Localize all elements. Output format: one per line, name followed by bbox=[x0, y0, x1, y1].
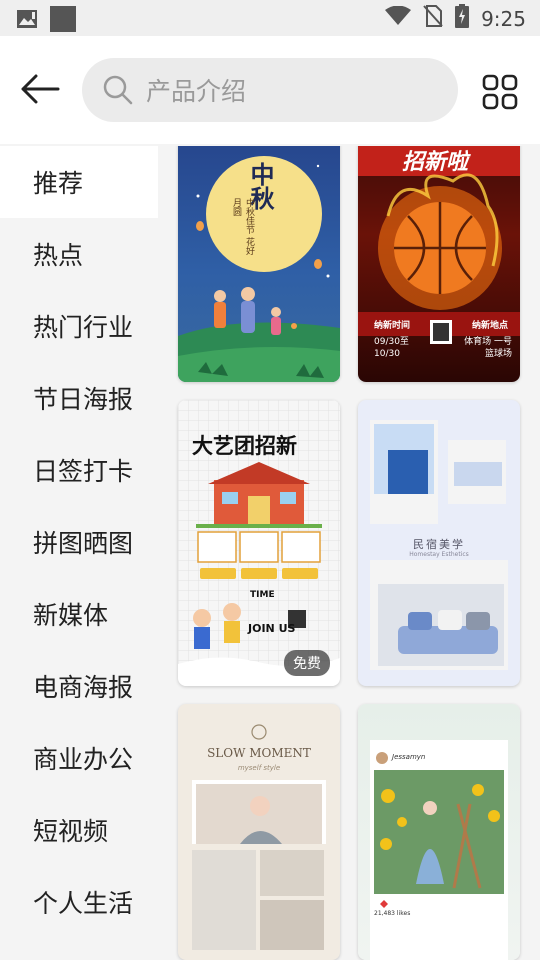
sunflower-likes: 21,483 likes bbox=[374, 910, 411, 917]
sunflower-username: Jessamyn bbox=[392, 753, 426, 761]
basketball-time-label: 纳新时间 bbox=[374, 321, 411, 331]
sidebar-item-label: 推荐 bbox=[33, 169, 84, 198]
mid-autumn-subtitle: 中秋佳节 花好月圆 bbox=[231, 198, 254, 255]
search-placeholder: 产品介绍 bbox=[146, 77, 247, 106]
sidebar-item-business-office[interactable]: 商业办公 bbox=[0, 722, 158, 794]
template-card-slow-moment[interactable]: SLOW MOMENT myself style bbox=[178, 704, 340, 960]
art-troupe-join: JOIN US bbox=[248, 622, 296, 635]
art-troupe-title: 大艺团招新 bbox=[192, 434, 297, 458]
sidebar-item-label: 个人生活 bbox=[33, 889, 134, 918]
sidebar-item-label: 日签打卡 bbox=[33, 457, 134, 486]
status-bar: 9:25 bbox=[0, 0, 540, 36]
sidebar-item-label: 短视频 bbox=[33, 817, 109, 846]
top-bar: 产品介绍 bbox=[0, 36, 540, 144]
art-troupe-time-label: TIME bbox=[250, 590, 275, 600]
basketball-date: 09/30至 10/30 bbox=[374, 337, 409, 359]
slow-moment-title: SLOW MOMENT bbox=[207, 746, 311, 760]
battery-icon bbox=[455, 4, 470, 33]
sidebar-item-hot[interactable]: 热点 bbox=[0, 218, 158, 290]
sunflower-illustration bbox=[370, 740, 508, 960]
template-card-basketball[interactable]: 招新啦 纳新时间 纳新地点 09/30至 10/30 体育场 一号篮球场 bbox=[358, 146, 520, 382]
search-icon bbox=[103, 75, 133, 105]
sidebar-item-label: 热点 bbox=[33, 241, 84, 270]
clock-time: 9:25 bbox=[481, 6, 526, 31]
template-card-art-troupe[interactable]: 大艺团招新 TIME JOIN US 免费 bbox=[178, 400, 340, 686]
back-arrow-icon bbox=[21, 74, 60, 104]
grid-icon bbox=[482, 74, 518, 110]
photo-notification-icon bbox=[16, 9, 38, 33]
sidebar-item-label: 拼图晒图 bbox=[33, 529, 134, 558]
no-sim-icon bbox=[423, 5, 443, 32]
title-char-1: 中 bbox=[246, 162, 275, 186]
basketball-title: 招新啦 bbox=[402, 150, 469, 175]
sidebar-item-recommended[interactable]: 推荐 bbox=[0, 146, 158, 218]
sidebar-item-collage[interactable]: 拼图晒图 bbox=[0, 506, 158, 578]
sidebar-item-label: 节日海报 bbox=[33, 385, 134, 414]
sidebar-item-new-media[interactable]: 新媒体 bbox=[0, 578, 158, 650]
sidebar-item-popular-industry[interactable]: 热门行业 bbox=[0, 290, 158, 362]
basketball-place: 体育场 一号篮球场 bbox=[464, 337, 512, 359]
sidebar-item-ecommerce-poster[interactable]: 电商海报 bbox=[0, 650, 158, 722]
sidebar-item-short-video[interactable]: 短视频 bbox=[0, 794, 158, 866]
sidebar-item-personal-life[interactable]: 个人生活 bbox=[0, 866, 158, 938]
homestay-subtitle: Homestay Esthetics bbox=[409, 551, 469, 558]
template-card-sunflower[interactable]: Jessamyn 21,483 likes bbox=[358, 704, 520, 960]
search-input[interactable]: 产品介绍 bbox=[82, 58, 458, 122]
sidebar-item-daily-checkin[interactable]: 日签打卡 bbox=[0, 434, 158, 506]
basketball-place-label: 纳新地点 bbox=[471, 321, 508, 331]
sidebar-item-label: 热门行业 bbox=[33, 313, 134, 342]
square-notification-icon bbox=[50, 6, 76, 36]
homestay-title: 民宿美学 bbox=[413, 538, 465, 551]
category-sidebar: 推荐 热点 热门行业 节日海报 日签打卡 拼图晒图 新媒体 电商海报 商业办公 … bbox=[0, 146, 158, 960]
sidebar-item-label: 电商海报 bbox=[33, 673, 134, 702]
template-card-mid-autumn[interactable]: 中秋 中秋佳节 花好月圆 bbox=[178, 146, 340, 382]
free-badge: 免费 bbox=[284, 650, 330, 676]
slow-moment-subtitle: myself style bbox=[237, 764, 281, 772]
sidebar-item-label: 商业办公 bbox=[33, 745, 134, 774]
category-grid-button[interactable] bbox=[482, 74, 518, 110]
back-button[interactable] bbox=[20, 74, 62, 104]
template-card-homestay[interactable]: 民宿美学 Homestay Esthetics bbox=[358, 400, 520, 686]
template-grid: 中秋 中秋佳节 花好月圆 招新啦 纳新时间 纳新地点 09/30至 10/30 … bbox=[158, 146, 540, 960]
sidebar-item-holiday-poster[interactable]: 节日海报 bbox=[0, 362, 158, 434]
wifi-icon bbox=[385, 5, 412, 31]
slow-moment-illustration bbox=[192, 724, 326, 950]
sidebar-item-label: 新媒体 bbox=[33, 601, 109, 630]
